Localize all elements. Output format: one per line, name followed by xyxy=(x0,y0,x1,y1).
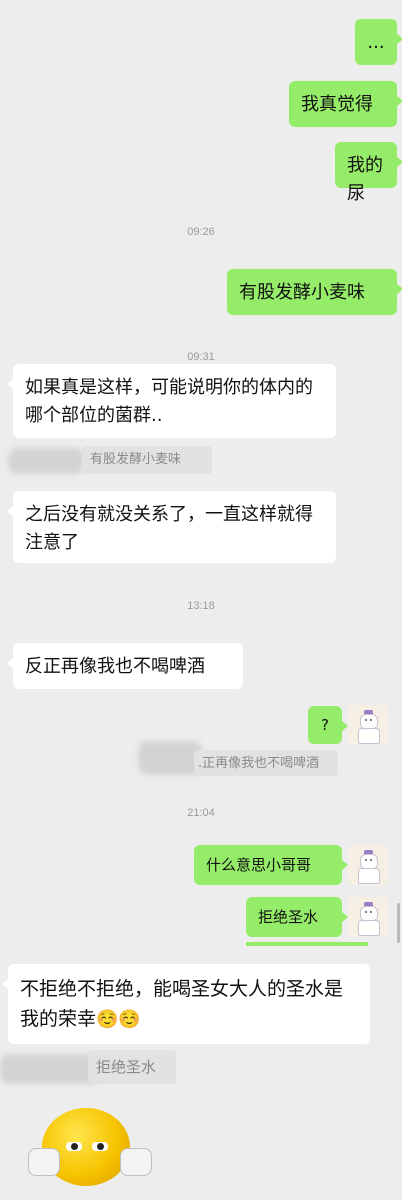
timestamp: 13:18 xyxy=(187,600,215,612)
message-bubble-sent[interactable]: 有股发酵小麦味 xyxy=(227,269,402,315)
quoted-message[interactable]: 拒绝圣水 xyxy=(88,1050,176,1084)
scrollbar[interactable] xyxy=(397,903,400,943)
avatar-body-icon xyxy=(358,920,380,936)
message-bubble-sent[interactable]: 我的尿 xyxy=(335,142,402,204)
message-bubble-sent[interactable]: 拒绝圣水 xyxy=(246,897,348,937)
blurred-name xyxy=(8,448,84,474)
avatar-eye-icon xyxy=(370,719,372,721)
yellow-face-sticker[interactable] xyxy=(28,1108,152,1188)
message-bubble-sent[interactable]: ? xyxy=(308,706,348,744)
avatar[interactable] xyxy=(348,897,388,937)
blurred-name xyxy=(0,1054,100,1084)
message-bubble-received[interactable]: 之后没有就没关系了，一直这样就得注意了 xyxy=(7,491,336,563)
message-bubble-received[interactable]: 不拒绝不拒绝，能喝圣女大人的圣水是我的荣幸☺️☺️ xyxy=(2,964,370,1044)
avatar-head-icon xyxy=(360,854,378,869)
message-bubble-sent[interactable]: ... xyxy=(355,19,402,65)
quoted-message[interactable]: 有股发酵小麦味 xyxy=(82,446,212,474)
avatar-eye-icon xyxy=(370,911,372,913)
timestamp: 21:04 xyxy=(187,807,215,819)
blurred-name xyxy=(138,741,202,775)
avatar-body-icon xyxy=(358,728,380,744)
avatar[interactable] xyxy=(348,845,388,885)
sticker-hand-icon xyxy=(120,1148,152,1176)
avatar-eye-icon xyxy=(365,719,367,721)
avatar-head-icon xyxy=(360,714,378,729)
avatar-eye-icon xyxy=(370,859,372,861)
sticker-hand-icon xyxy=(28,1148,60,1176)
quoted-message[interactable]: .正再像我也不喝啤酒 xyxy=(194,750,338,776)
bubble-edge xyxy=(246,942,368,946)
avatar-eye-icon xyxy=(365,859,367,861)
sticker-eye-icon xyxy=(66,1142,82,1151)
avatar-eye-icon xyxy=(365,911,367,913)
avatar[interactable] xyxy=(348,705,388,745)
message-bubble-sent[interactable]: 我真觉得 xyxy=(289,81,402,127)
timestamp: 09:26 xyxy=(187,226,215,238)
avatar-body-icon xyxy=(358,868,380,884)
message-bubble-received[interactable]: 反正再像我也不喝啤酒 xyxy=(7,643,243,689)
message-bubble-sent[interactable]: 什么意思小哥哥 xyxy=(194,845,348,885)
avatar-head-icon xyxy=(360,906,378,921)
timestamp: 09:31 xyxy=(187,351,215,361)
relieved-face-icon: ☺️☺️ xyxy=(96,1009,141,1030)
message-bubble-received[interactable]: 如果真是这样，可能说明你的体内的哪个部位的菌群.. xyxy=(7,364,336,438)
sticker-eye-icon xyxy=(92,1142,108,1151)
message-text: 不拒绝不拒绝，能喝圣女大人的圣水是我的荣幸 xyxy=(20,978,344,1030)
